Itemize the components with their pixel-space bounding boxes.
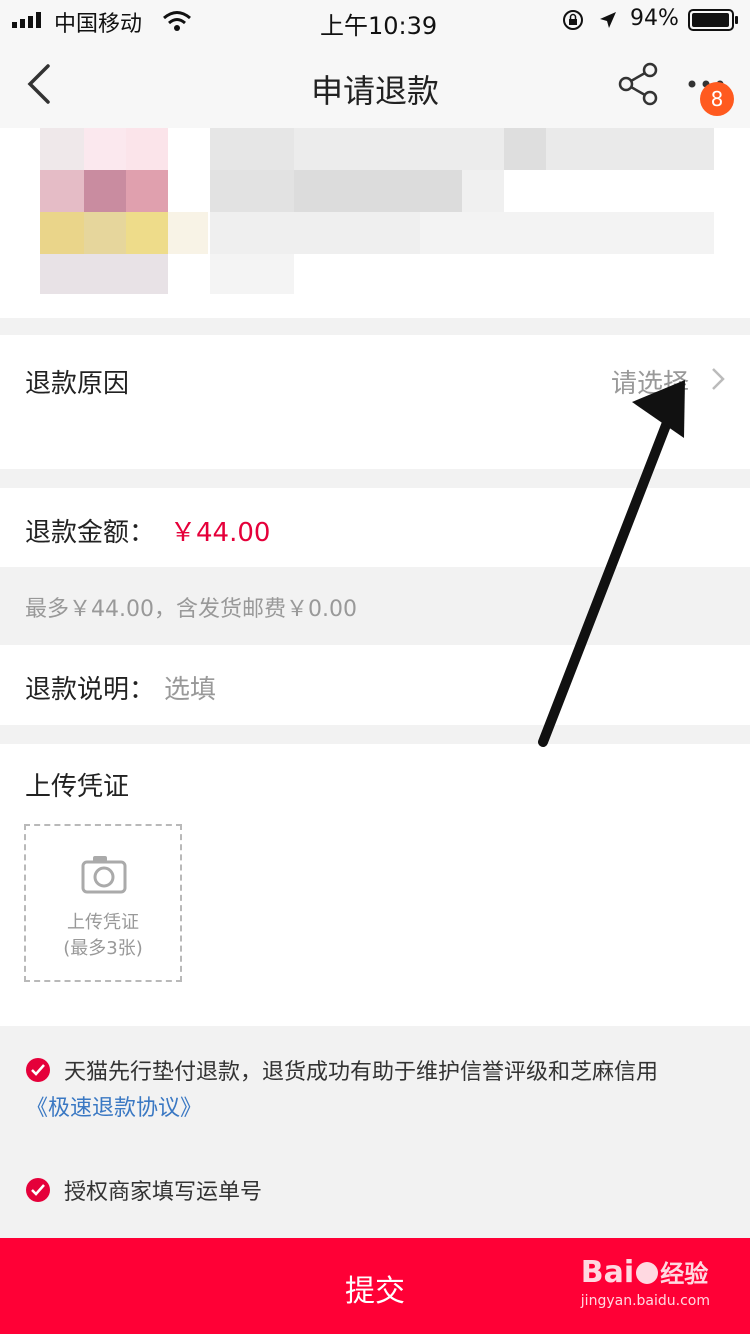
submit-button[interactable]: 提交 Bai 经验 jingyan.baidu.com [0, 1238, 750, 1334]
paw-icon [636, 1262, 659, 1284]
agreement-2-text: 授权商家填写运单号 [64, 1180, 263, 1205]
refund-description-input[interactable]: 选填 [164, 669, 216, 706]
status-bar: 中国移动 上午10:39 94% [0, 0, 750, 40]
watermark-url: jingyan.baidu.com [580, 1293, 710, 1309]
upload-box-limit: (最多3张) [63, 938, 143, 959]
refund-max-note-text: 最多￥44.00，含发货邮费￥0.00 [25, 597, 357, 622]
check-icon [31, 1184, 45, 1196]
share-icon[interactable] [616, 62, 662, 106]
notification-badge: 8 [700, 82, 734, 116]
agreement-1-text: 天猫先行垫付退款，退货成功有助于维护信誉评级和芝麻信用 [64, 1060, 659, 1085]
rotation-lock-icon [563, 10, 583, 30]
signal-icon [12, 12, 41, 28]
upload-title: 上传凭证 [25, 772, 130, 802]
product-card [0, 128, 750, 318]
refund-amount-row: 退款金额： ￥44.00 [0, 488, 750, 568]
nav-bar: 申请退款 8 [0, 40, 750, 128]
location-icon [600, 12, 616, 28]
upload-box-label: 上传凭证 [67, 912, 139, 933]
refund-amount-value[interactable]: ￥44.00 [170, 512, 270, 549]
baidu-jingyan-watermark: Bai 经验 jingyan.baidu.com [580, 1255, 710, 1310]
agreement-checkbox-1[interactable] [26, 1058, 50, 1082]
refund-reason-label: 退款原因 [25, 369, 130, 399]
refund-amount-label: 退款金额： [25, 518, 156, 548]
battery-percent: 94% [630, 6, 679, 31]
watermark-cn: 经验 [660, 1260, 709, 1288]
wifi-icon [163, 11, 191, 31]
fast-refund-agreement-link[interactable]: 《极速退款协议》 [26, 1090, 202, 1122]
agreement-checkbox-2[interactable] [26, 1178, 50, 1202]
agreements-section: 天猫先行垫付退款，退货成功有助于维护信誉评级和芝麻信用 《极速退款协议》 授权商… [0, 1026, 750, 1238]
chevron-right-icon [712, 368, 725, 390]
check-icon [31, 1064, 45, 1076]
refund-description-row: 退款说明： 选填 [0, 645, 750, 725]
clock: 上午10:39 [320, 12, 438, 40]
refund-description-label: 退款说明： [25, 675, 156, 705]
watermark-brand: Bai [580, 1255, 635, 1290]
camera-icon [81, 856, 127, 894]
battery-icon [688, 9, 738, 31]
refund-max-note: 最多￥44.00，含发货邮费￥0.00 [0, 567, 750, 645]
carrier-label: 中国移动 [54, 12, 143, 37]
refund-reason-select[interactable]: 请选择 [611, 363, 689, 400]
refund-reason-row[interactable]: 退款原因 请选择 [0, 335, 750, 469]
upload-proof-button[interactable]: 上传凭证 (最多3张) [24, 824, 182, 982]
